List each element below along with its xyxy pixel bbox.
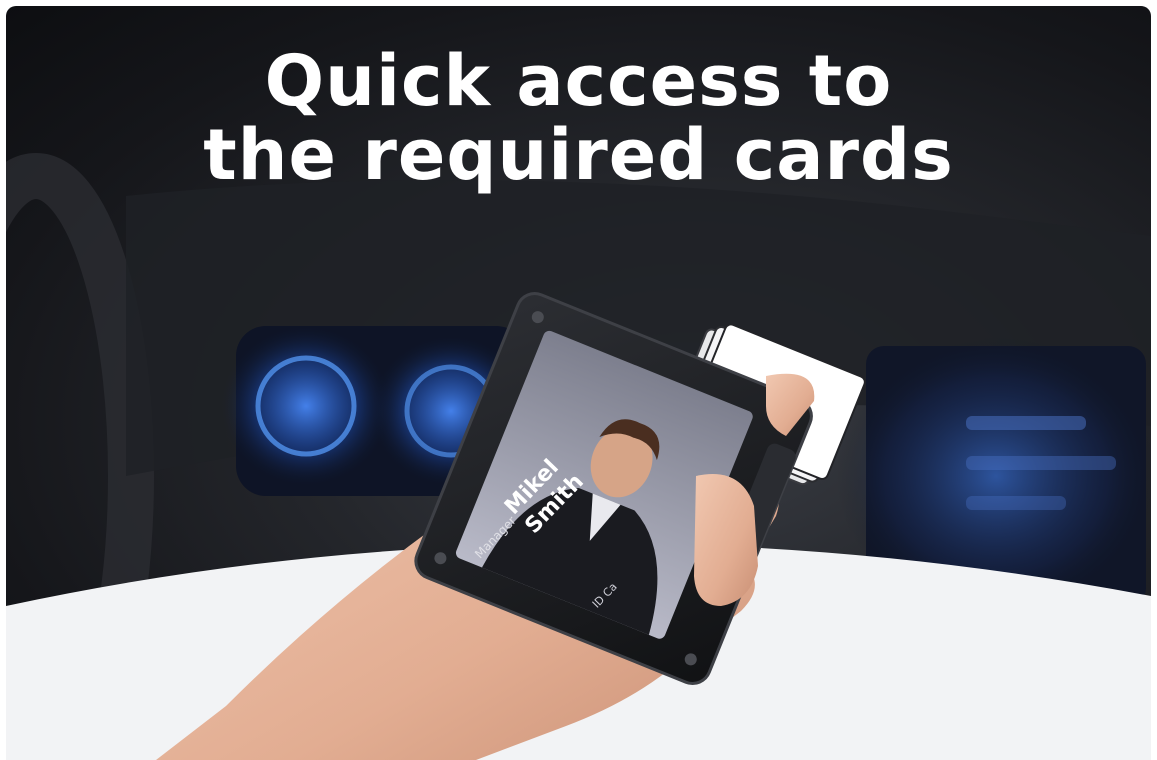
- headline-line-1: Quick access to: [264, 40, 893, 122]
- headline-line-2: the required cards: [203, 114, 954, 196]
- product-image-frame: Mikel Smith Manager ID Ca Quick access t…: [6, 6, 1151, 760]
- headline: Quick access to the required cards: [6, 44, 1151, 192]
- thumb: [694, 474, 758, 606]
